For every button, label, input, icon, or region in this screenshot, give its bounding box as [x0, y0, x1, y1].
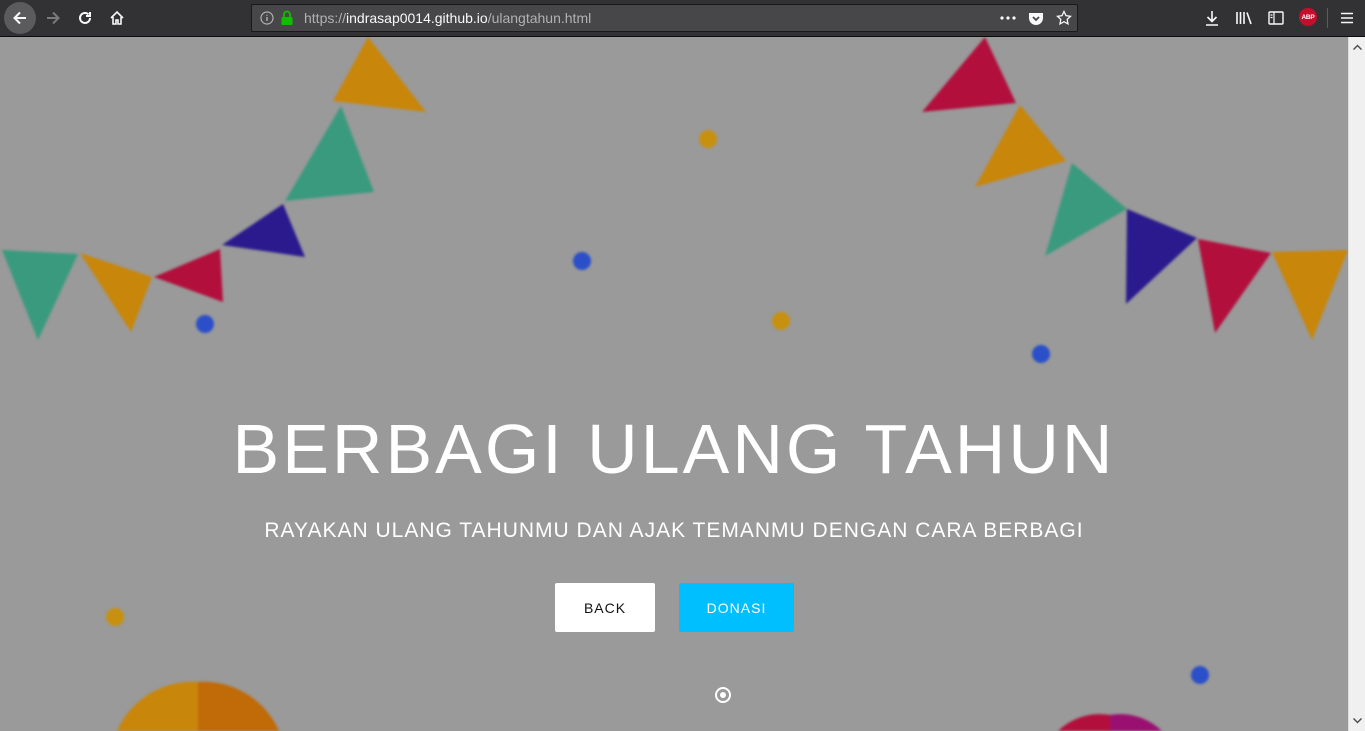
downloads-button[interactable] — [1197, 4, 1227, 32]
reload-icon — [79, 11, 91, 24]
library-button[interactable] — [1229, 4, 1259, 32]
birthday-background-illustration — [2, 37, 1348, 731]
vertical-scrollbar[interactable] — [1348, 37, 1365, 731]
hero-title: BERBAGI ULANG TAHUN — [232, 410, 1116, 488]
browser-toolbar: https://indrasap0014.github.io/ulangtahu… — [0, 0, 1365, 37]
url-host: indrasap0014.github.io — [346, 10, 488, 26]
library-icon — [1236, 12, 1252, 25]
lock-icon[interactable] — [280, 10, 294, 26]
forward-nav-button[interactable] — [38, 4, 68, 32]
back-nav-button[interactable] — [4, 2, 36, 34]
back-button[interactable]: BACK — [555, 583, 655, 632]
scroll-down-arrow-icon[interactable] — [1349, 713, 1365, 729]
home-button[interactable] — [102, 4, 132, 32]
toolbar-separator — [1327, 8, 1328, 28]
url-text[interactable]: https://indrasap0014.github.io/ulangtahu… — [304, 10, 591, 26]
pocket-icon[interactable] — [1028, 11, 1044, 26]
arrow-left-icon — [13, 11, 26, 25]
sidebar-icon — [1268, 11, 1284, 25]
bookmark-star-icon[interactable] — [1056, 10, 1072, 26]
hamburger-menu-icon — [1341, 12, 1353, 24]
scroll-down-indicator[interactable] — [715, 687, 731, 703]
abp-label: ABP — [1301, 13, 1315, 21]
page-viewport: BERBAGI ULANG TAHUN RAYAKAN ULANG TAHUNM… — [0, 37, 1348, 731]
home-icon — [110, 10, 124, 25]
sidebar-button[interactable] — [1261, 4, 1291, 32]
download-icon — [1206, 11, 1218, 26]
bunting-left — [2, 37, 426, 340]
info-icon[interactable] — [260, 11, 274, 25]
bottom-decorations — [117, 681, 1162, 731]
arrow-right-icon — [47, 11, 60, 25]
url-prefix: https:// — [304, 10, 347, 26]
url-path: /ulangtahun.html — [487, 10, 592, 26]
page-actions-icon[interactable] — [1000, 16, 1016, 20]
adblock-plus-icon[interactable]: ABP — [1299, 8, 1317, 26]
menu-button[interactable] — [1332, 4, 1362, 32]
hero-subtitle: RAYAKAN ULANG TAHUNMU DAN AJAK TEMANMU D… — [264, 519, 1084, 542]
reload-button[interactable] — [70, 4, 100, 32]
donasi-button[interactable]: DONASI — [679, 583, 794, 632]
bunting-right — [922, 37, 1348, 340]
url-bar[interactable]: https://indrasap0014.github.io/ulangtahu… — [251, 4, 1078, 32]
scroll-up-arrow-icon[interactable] — [1349, 39, 1365, 55]
